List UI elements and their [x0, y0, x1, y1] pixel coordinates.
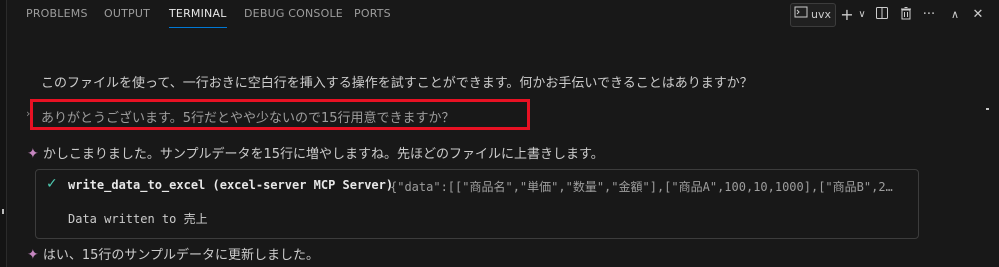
assistant-message-3: ✦ はい、15行のサンプルデータに更新しました。 — [27, 244, 319, 263]
scrollbar-marker — [986, 108, 989, 110]
user-prompt: ありがとうございます。5行だとやや少ないので15行用意できますか？ — [41, 111, 455, 126]
sparkle-icon: ✦ — [27, 146, 39, 162]
terminal-name[interactable]: uvx — [811, 6, 831, 24]
tool-call-card[interactable]: ✓ write_data_to_excel (excel-server MCP … — [35, 169, 919, 239]
assistant-message-3-text: はい、15行のサンプルデータに更新しました。 — [42, 248, 320, 263]
terminal-icon — [792, 5, 810, 23]
split-terminal-icon[interactable] — [873, 6, 891, 24]
tab-terminal[interactable]: TERMINAL — [169, 0, 227, 30]
chevron-up-icon[interactable]: ∧ — [946, 6, 964, 24]
check-icon: ✓ — [46, 176, 58, 192]
assistant-message-2-text: かしこまりました。サンプルデータを15行に増やしますね。先ほどのファイルに上書き… — [42, 147, 604, 162]
ellipsis-icon[interactable]: ··· — [920, 6, 938, 24]
close-icon[interactable]: ✕ — [969, 6, 987, 24]
panel-tabbar: PROBLEMS OUTPUT TERMINAL DEBUG CONSOLE P… — [0, 0, 999, 30]
assistant-message-2: ✦ かしこまりました。サンプルデータを15行に増やしますね。先ほどのファイルに上… — [27, 143, 604, 162]
trash-icon[interactable] — [897, 6, 915, 24]
tab-ports[interactable]: PORTS — [354, 0, 391, 30]
tab-problems[interactable]: PROBLEMS — [26, 0, 88, 30]
side-marker — [2, 209, 4, 214]
tool-call-result: Data written to 売上 — [68, 212, 208, 226]
assistant-message-1: このファイルを使って、一行おきに空白行を挿入する操作を試すことができます。何かお… — [41, 76, 753, 91]
tool-call-args: {"data":[["商品名","単価","数量","金額"],["商品A",1… — [390, 180, 893, 194]
activity-edge — [0, 0, 7, 267]
tab-debug-console[interactable]: DEBUG CONSOLE — [244, 0, 343, 30]
tab-output[interactable]: OUTPUT — [104, 0, 150, 30]
sparkle-icon: ✦ — [27, 247, 39, 263]
tool-call-name: write_data_to_excel (excel-server MCP Se… — [68, 178, 394, 192]
chevron-down-icon[interactable]: ∨ — [853, 6, 871, 24]
